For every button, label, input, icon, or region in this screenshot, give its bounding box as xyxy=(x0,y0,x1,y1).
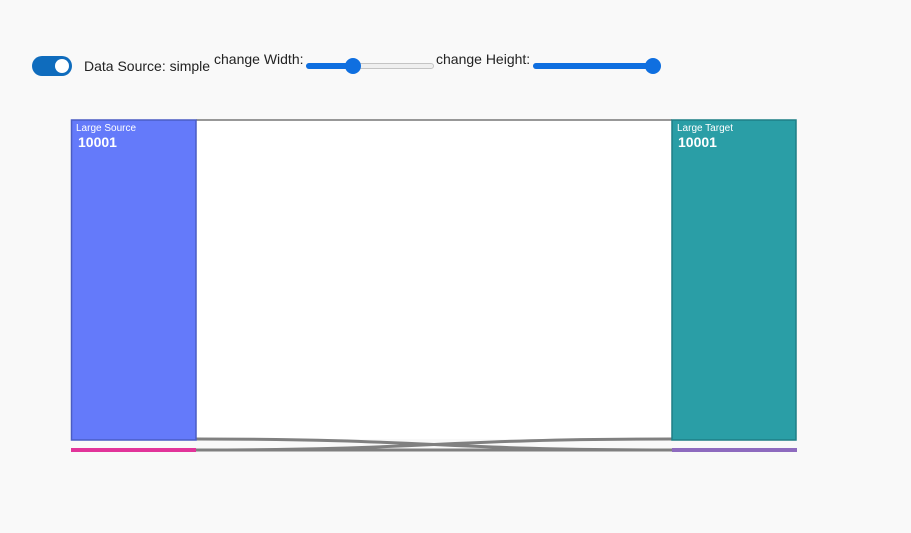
large-target-label: Large Target xyxy=(677,123,733,134)
height-slider-thumb[interactable] xyxy=(645,58,661,74)
height-slider[interactable] xyxy=(533,58,661,74)
change-height-label: change Height: xyxy=(436,51,531,67)
data-source-label: Data Source: simple xyxy=(84,58,211,74)
sankey-diagram: Large Source 10001 Large Target 10001 xyxy=(70,119,797,452)
sankey-node-large-source[interactable] xyxy=(70,119,197,441)
width-slider-thumb[interactable] xyxy=(345,58,361,74)
sankey-node-small-target[interactable] xyxy=(672,448,797,452)
sankey-node-small-source[interactable] xyxy=(71,448,196,452)
toggle-knob xyxy=(55,59,69,73)
controls-bar: Data Source: simple change Width: change… xyxy=(0,0,911,100)
sankey-link-large[interactable] xyxy=(196,120,672,439)
large-source-label: Large Source xyxy=(76,123,136,134)
data-source-toggle[interactable] xyxy=(32,56,72,76)
width-slider[interactable] xyxy=(306,58,434,74)
sankey-node-large-target[interactable] xyxy=(671,119,797,441)
large-target-value: 10001 xyxy=(678,134,717,150)
change-width-label: change Width: xyxy=(214,51,304,67)
height-slider-fill xyxy=(533,63,653,69)
large-source-value: 10001 xyxy=(78,134,117,150)
